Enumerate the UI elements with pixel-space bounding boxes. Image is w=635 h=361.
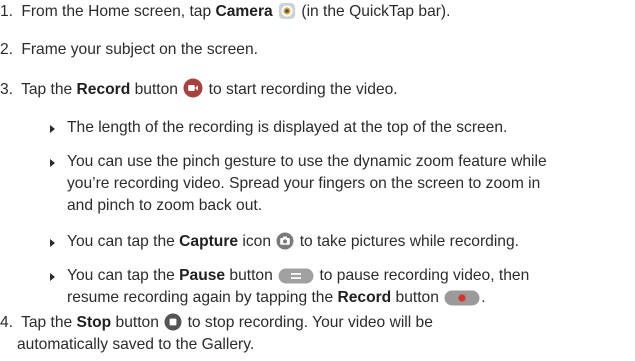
bullet-text: You can tap the bbox=[67, 233, 180, 250]
bullet-line: You can tap the Capture icon to take pic… bbox=[67, 231, 630, 253]
bullet-1: The length of the recording is displayed… bbox=[50, 117, 630, 139]
camera-app-icon bbox=[279, 3, 296, 19]
step-text: Tap the bbox=[21, 314, 77, 331]
step-3: 3. Tap the Record button to start record… bbox=[0, 78, 398, 101]
step-2: 2. Frame your subject on the screen. bbox=[0, 39, 258, 61]
step-text: Frame your subject on the screen. bbox=[21, 41, 258, 58]
step-bold: Record bbox=[76, 81, 131, 98]
bullet-text: button bbox=[391, 289, 439, 306]
step-text: button bbox=[130, 81, 178, 98]
bullet-arrow-icon bbox=[50, 239, 55, 247]
bullet-text: to pause recording video, then bbox=[315, 267, 530, 284]
bullet-line: resume recording again by tapping the Re… bbox=[67, 287, 630, 309]
bullet-arrow-icon bbox=[50, 125, 55, 133]
step-text: to start recording the video. bbox=[208, 81, 398, 98]
step-text: (in the QuickTap bar). bbox=[301, 3, 451, 20]
bullet-line: You can tap the Pause button to pause re… bbox=[67, 265, 630, 287]
step-bold: Stop bbox=[76, 314, 112, 331]
step-bold: Camera bbox=[215, 3, 273, 20]
step-number: 2. bbox=[0, 41, 14, 58]
bullet-text: The length of the recording is displayed… bbox=[67, 119, 508, 136]
bullet-text: . bbox=[481, 289, 486, 306]
bullet-text: You can tap the bbox=[67, 267, 180, 284]
record-pill-icon bbox=[444, 290, 480, 306]
bullet-text: button bbox=[225, 267, 273, 284]
bullet-bold: Capture bbox=[179, 233, 239, 250]
bullet-4: You can tap the Pause button to pause re… bbox=[50, 265, 630, 309]
bullet-3: You can tap the Capture icon to take pic… bbox=[50, 231, 630, 253]
step-text: button bbox=[111, 314, 159, 331]
bullet-arrow-icon bbox=[50, 159, 55, 167]
step-text: From the Home screen, tap bbox=[21, 3, 216, 20]
bullet-arrow-icon bbox=[50, 273, 55, 281]
bullet-text: you’re recording video. Spread your fing… bbox=[67, 175, 541, 192]
pause-button-icon bbox=[278, 268, 314, 284]
step-text: to stop recording. Your video will be bbox=[187, 314, 433, 331]
bullet-text: and pinch to zoom back out. bbox=[67, 197, 263, 214]
bullet-bold: Pause bbox=[179, 267, 226, 284]
bullet-text: to take pictures while recording. bbox=[295, 233, 519, 250]
step-text: Tap the bbox=[21, 81, 77, 98]
step-number: 4. bbox=[0, 314, 14, 331]
step-text: automatically saved to the Gallery. bbox=[17, 336, 255, 353]
bullet-bold: Record bbox=[337, 289, 392, 306]
bullet-2: You can use the pinch gesture to use the… bbox=[50, 151, 630, 217]
record-button-icon bbox=[183, 78, 203, 98]
capture-camera-icon bbox=[276, 232, 294, 250]
bullet-text: icon bbox=[238, 233, 272, 250]
bullet-text: resume recording again by tapping the bbox=[67, 289, 338, 306]
step-1: 1. From the Home screen, tap Camera (in … bbox=[0, 1, 450, 23]
step-4: 4. Tap the Stop button to stop recording… bbox=[0, 312, 433, 356]
bullet-text: You can use the pinch gesture to use the… bbox=[67, 153, 547, 170]
step-number: 1. bbox=[0, 3, 14, 20]
step-number: 3. bbox=[0, 81, 14, 98]
stop-button-icon bbox=[164, 313, 182, 331]
instruction-document: 1. From the Home screen, tap Camera (in … bbox=[0, 0, 635, 361]
